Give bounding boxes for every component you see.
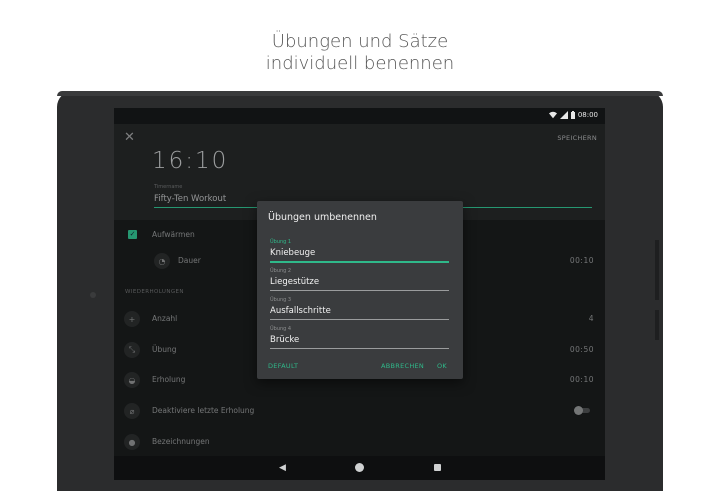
field-label: Übung 1: [270, 239, 292, 245]
field-underline: [270, 261, 449, 263]
field-underline: [270, 348, 449, 349]
field-underline: [270, 319, 449, 320]
tablet-bezel-highlight: [57, 91, 663, 96]
field-input[interactable]: Brücke: [270, 335, 299, 345]
power-button: [655, 310, 659, 340]
app-screen: 08:00 ✕ SPEICHERN 16:10 Timername Fifty-…: [114, 108, 605, 480]
exercise-4-field[interactable]: Übung 4 Brücke: [270, 326, 449, 353]
field-label: Übung 2: [270, 268, 292, 274]
wifi-icon: [548, 111, 557, 119]
field-underline: [270, 290, 449, 291]
field-input[interactable]: Ausfallschritte: [270, 306, 331, 316]
volume-button: [655, 240, 659, 300]
rename-exercises-dialog: Übungen umbenennen Übung 1 Kniebeuge Übu…: [257, 201, 463, 379]
back-icon[interactable]: ◀: [279, 463, 286, 473]
ok-button[interactable]: OK: [437, 362, 447, 370]
exercise-2-field[interactable]: Übung 2 Liegestütze: [270, 268, 449, 295]
exercise-3-field[interactable]: Übung 3 Ausfallschritte: [270, 297, 449, 324]
status-time: 08:00: [577, 111, 598, 119]
field-label: Übung 4: [270, 326, 292, 332]
exercise-1-field[interactable]: Übung 1 Kniebeuge: [270, 239, 449, 266]
battery-icon: [570, 111, 575, 119]
field-label: Übung 3: [270, 297, 292, 303]
field-input[interactable]: Liegestütze: [270, 277, 319, 287]
recent-apps-icon[interactable]: [434, 464, 441, 471]
cellular-signal-icon: [559, 111, 568, 119]
field-input[interactable]: Kniebeuge: [270, 248, 315, 258]
status-bar: 08:00: [114, 108, 605, 124]
home-icon[interactable]: [355, 463, 364, 472]
dialog-title: Übungen umbenennen: [268, 212, 377, 223]
front-camera: [90, 292, 96, 298]
navigation-bar: ◀: [114, 456, 605, 480]
default-button[interactable]: DEFAULT: [268, 362, 298, 370]
cancel-button[interactable]: ABBRECHEN: [381, 362, 424, 370]
caption-line-2: individuell benennen: [265, 53, 455, 74]
caption-line-1: Übungen und Sätze: [271, 31, 449, 52]
